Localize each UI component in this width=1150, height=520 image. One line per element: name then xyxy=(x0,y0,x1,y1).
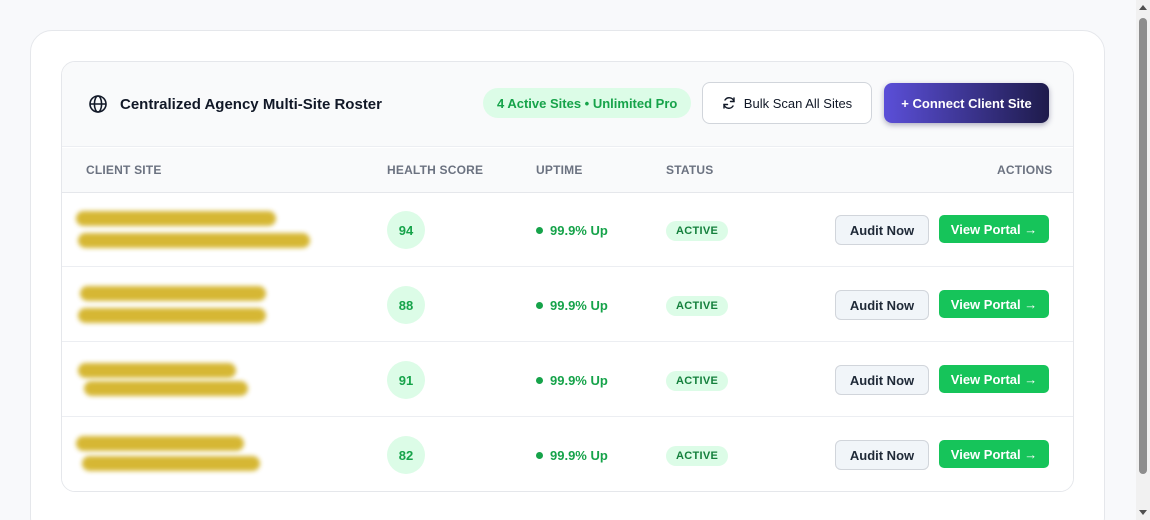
uptime-text: 99.9% Up xyxy=(550,448,608,463)
audit-now-button[interactable]: Audit Now xyxy=(835,365,929,395)
status-dot-icon xyxy=(536,227,543,234)
table-header: CLIENT SITE HEALTH SCORE UPTIME STATUS A… xyxy=(62,148,1073,193)
refresh-icon xyxy=(722,96,736,110)
status-badge: ACTIVE xyxy=(666,446,729,466)
audit-now-button[interactable]: Audit Now xyxy=(835,215,929,245)
redacted-site-url xyxy=(78,233,310,248)
uptime-indicator: 99.9% Up xyxy=(536,223,608,238)
audit-now-button[interactable]: Audit Now xyxy=(835,440,929,470)
audit-now-button[interactable]: Audit Now xyxy=(835,290,929,320)
column-header-client-site: CLIENT SITE xyxy=(86,163,162,177)
status-badge: ACTIVE xyxy=(666,371,729,391)
view-portal-button[interactable]: View Portal → xyxy=(939,215,1049,243)
view-portal-button[interactable]: View Portal → xyxy=(939,365,1049,393)
health-score-badge: 88 xyxy=(387,286,425,324)
table-row: 94 99.9% Up ACTIVE Audit Now View Portal… xyxy=(62,193,1073,267)
vertical-scrollbar[interactable] xyxy=(1136,0,1150,520)
column-header-actions: ACTIONS xyxy=(997,163,1053,177)
table-row: 91 99.9% Up ACTIVE Audit Now View Portal… xyxy=(62,343,1073,417)
redacted-site-name xyxy=(78,363,236,378)
page-title: Centralized Agency Multi-Site Roster xyxy=(120,95,382,113)
column-header-health-score: HEALTH SCORE xyxy=(387,163,484,177)
title-wrap: Centralized Agency Multi-Site Roster xyxy=(88,94,382,114)
uptime-text: 99.9% Up xyxy=(550,223,608,238)
uptime-indicator: 99.9% Up xyxy=(536,448,608,463)
table-row: 88 99.9% Up ACTIVE Audit Now View Portal… xyxy=(62,268,1073,342)
table-row: 82 99.9% Up ACTIVE Audit Now View Portal… xyxy=(62,418,1073,491)
view-portal-button[interactable]: View Portal → xyxy=(939,440,1049,468)
health-score-badge: 91 xyxy=(387,361,425,399)
redacted-site-name xyxy=(76,211,276,226)
panel-header: Centralized Agency Multi-Site Roster 4 A… xyxy=(62,62,1073,147)
active-sites-badge: 4 Active Sites • Unlimited Pro xyxy=(483,88,692,118)
bulk-scan-label: Bulk Scan All Sites xyxy=(743,95,853,111)
globe-icon xyxy=(88,94,108,114)
roster-panel: Centralized Agency Multi-Site Roster 4 A… xyxy=(61,61,1074,492)
health-score-badge: 82 xyxy=(387,436,425,474)
health-score-badge: 94 xyxy=(387,211,425,249)
scroll-down-arrow-icon[interactable] xyxy=(1139,510,1147,515)
view-portal-button[interactable]: View Portal → xyxy=(939,290,1049,318)
bulk-scan-button[interactable]: Bulk Scan All Sites xyxy=(702,82,872,124)
scrollbar-thumb[interactable] xyxy=(1139,18,1147,474)
scroll-up-arrow-icon[interactable] xyxy=(1139,5,1147,10)
connect-client-site-button[interactable]: + Connect Client Site xyxy=(884,83,1049,123)
status-dot-icon xyxy=(536,377,543,384)
redacted-site-name xyxy=(76,436,244,451)
uptime-indicator: 99.9% Up xyxy=(536,298,608,313)
redacted-site-name xyxy=(80,286,266,301)
redacted-site-url xyxy=(84,381,248,396)
redacted-site-url xyxy=(82,456,260,471)
status-badge: ACTIVE xyxy=(666,221,729,241)
redacted-site-url xyxy=(78,308,266,323)
status-dot-icon xyxy=(536,302,543,309)
status-dot-icon xyxy=(536,452,543,459)
uptime-text: 99.9% Up xyxy=(550,298,608,313)
column-header-uptime: UPTIME xyxy=(536,163,583,177)
status-badge: ACTIVE xyxy=(666,296,729,316)
uptime-indicator: 99.9% Up xyxy=(536,373,608,388)
uptime-text: 99.9% Up xyxy=(550,373,608,388)
column-header-status: STATUS xyxy=(666,163,714,177)
